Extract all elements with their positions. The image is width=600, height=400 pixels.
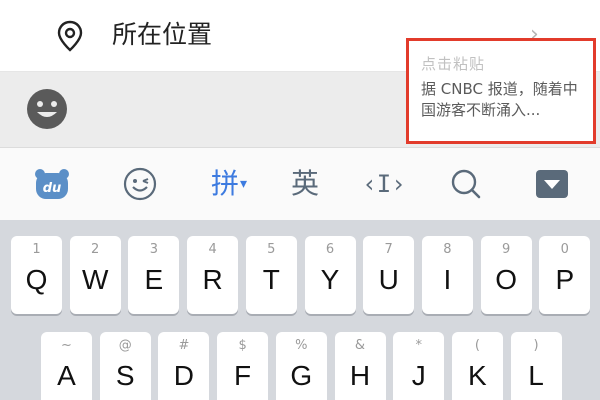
paste-title: 点击粘贴 [421, 55, 486, 73]
clipboard-paste-popup[interactable]: 点击粘贴 据 CNBC 报道，随着中国游客不断涌入... [406, 38, 596, 144]
key-j[interactable]: * J [393, 332, 445, 400]
key-letter-label: I [443, 264, 452, 295]
key-s[interactable]: @ S [99, 332, 151, 400]
key-y[interactable]: 6Y [304, 236, 356, 314]
key-r[interactable]: 4R [187, 236, 239, 314]
key-t[interactable]: 5T [245, 236, 297, 314]
collapse-keyboard-icon [536, 170, 568, 198]
key-p[interactable]: 0P [539, 236, 591, 314]
key-h[interactable]: & H [334, 332, 386, 400]
key-letter-label: P [555, 264, 575, 295]
cursor-edit-button[interactable]: ‹I› [362, 148, 406, 220]
key-letter-label: K [468, 360, 487, 391]
key-d[interactable]: # D [158, 332, 210, 400]
key-letter-label: R [202, 264, 223, 295]
key-secondary-label: ~ [61, 338, 72, 353]
key-letter-label: D [173, 360, 194, 391]
key-o[interactable]: 9O [480, 236, 532, 314]
key-secondary-label: 6 [325, 242, 335, 257]
key-letter-label: E [144, 264, 164, 295]
key-u[interactable]: 7U [363, 236, 415, 314]
key-secondary-label: 8 [443, 242, 452, 257]
key-w[interactable]: 2W [69, 236, 121, 314]
key-letter-label: T [262, 264, 280, 295]
key-secondary-label: 0 [560, 242, 569, 257]
key-secondary-label: ) [533, 338, 539, 353]
key-secondary-label: 9 [501, 242, 511, 257]
emoji-button[interactable] [120, 148, 160, 220]
english-label: 英 [290, 167, 319, 200]
key-secondary-label: 7 [384, 242, 393, 257]
key-secondary-label: 3 [149, 242, 159, 257]
key-letter-label: A [57, 360, 76, 391]
key-letter-label: Q [25, 264, 48, 295]
key-secondary-label: @ [118, 338, 132, 353]
paste-preview-text: 据 CNBC 报道，随着中国游客不断涌入... [421, 80, 578, 119]
key-i[interactable]: 8I [421, 236, 473, 314]
du-logo-button[interactable]: du [32, 148, 72, 220]
key-secondary-label: 4 [208, 242, 217, 257]
key-letter-label: J [411, 360, 426, 391]
caret-down-icon: ▾ [239, 176, 248, 192]
wink-emoji-icon [123, 167, 157, 201]
pinyin-label: 拼 [210, 167, 239, 200]
key-secondary-label: * [415, 338, 422, 353]
key-a[interactable]: ~ A [41, 332, 92, 400]
location-pin-icon [57, 20, 83, 52]
key-letter-label: U [378, 264, 399, 295]
search-button[interactable] [446, 148, 486, 220]
search-icon [451, 169, 481, 199]
hide-keyboard-button[interactable] [532, 148, 572, 220]
key-letter-label: Y [320, 264, 340, 295]
key-secondary-label: & [354, 338, 366, 353]
emoji-face-icon[interactable] [26, 88, 68, 130]
key-letter-label: F [234, 360, 252, 391]
key-k[interactable]: (K [451, 332, 503, 400]
key-letter-label: O [495, 264, 517, 295]
key-f[interactable]: $ F [217, 332, 269, 400]
pinyin-mode-button[interactable]: 拼 ▾ [204, 148, 254, 220]
key-e[interactable]: 3E [128, 236, 180, 314]
key-q[interactable]: 1Q [11, 236, 62, 314]
key-letter-label: L [528, 360, 544, 391]
text-cursor-icon: ‹I› [362, 170, 406, 198]
key-secondary-label: # [178, 338, 190, 353]
english-mode-button[interactable]: 英 [285, 148, 325, 220]
key-letter-label: S [115, 360, 135, 391]
key-letter-label: W [81, 264, 109, 295]
key-secondary-label: ( [474, 338, 480, 353]
key-secondary-label: 1 [32, 242, 41, 257]
key-letter-label: G [290, 360, 313, 391]
location-label: 所在位置 [112, 20, 213, 49]
key-secondary-label: $ [238, 338, 247, 353]
key-letter-label: H [349, 360, 371, 391]
key-secondary-label: % [295, 338, 308, 353]
baidu-bear-icon: du [35, 169, 69, 199]
key-g[interactable]: % G [275, 332, 327, 400]
key-l[interactable]: ) L [510, 332, 562, 400]
key-secondary-label: 2 [91, 242, 100, 257]
key-secondary-label: 5 [267, 242, 276, 257]
du-label: du [43, 181, 62, 196]
